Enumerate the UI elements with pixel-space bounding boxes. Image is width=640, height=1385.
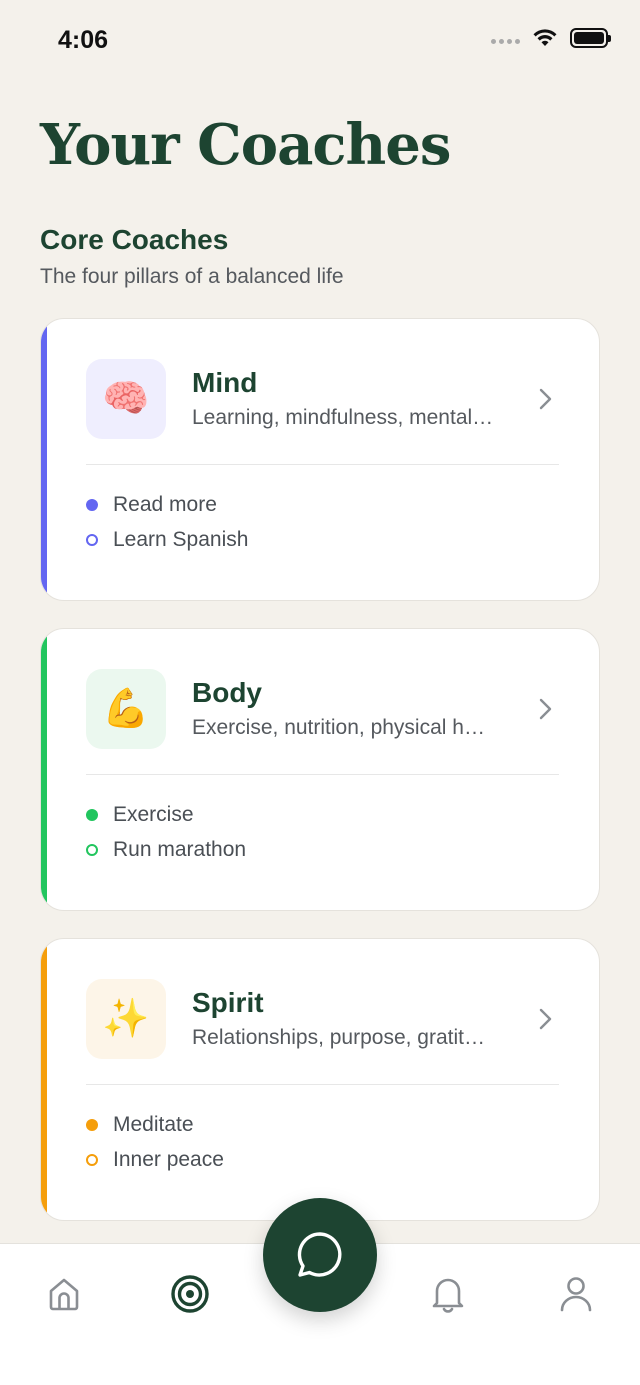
goal-label: Inner peace <box>113 1148 224 1171</box>
card-divider <box>86 464 559 465</box>
card-divider <box>86 1084 559 1085</box>
goal-item: Read more <box>86 490 217 520</box>
chevron-right-icon[interactable] <box>535 697 557 721</box>
tab-home[interactable] <box>44 1274 84 1314</box>
goal-label: Run marathon <box>113 838 247 861</box>
coach-description: Relationships, purpose, gratit… <box>192 1026 485 1049</box>
tab-coaches[interactable] <box>170 1274 210 1314</box>
chevron-right-icon[interactable] <box>535 387 557 411</box>
sparkles-icon: ✨ <box>86 979 166 1059</box>
goal-item: Meditate <box>86 1110 194 1140</box>
card-accent-bar <box>41 629 47 910</box>
tab-notifications[interactable] <box>428 1274 468 1314</box>
home-icon <box>49 1278 79 1311</box>
goal-label: Read more <box>113 493 217 516</box>
goal-hollow-dot-icon <box>86 1154 98 1166</box>
flexed-biceps-icon: 💪 <box>86 669 166 749</box>
chevron-right-icon[interactable] <box>535 1007 557 1031</box>
goal-item: Learn Spanish <box>86 525 248 555</box>
coach-name: Spirit <box>192 987 264 1018</box>
page-title: Your Coaches <box>40 112 451 178</box>
goal-item: Run marathon <box>86 835 246 865</box>
coach-name: Body <box>192 677 262 708</box>
status-bar: 4:06 <box>0 0 640 80</box>
goal-item: Exercise <box>86 800 194 830</box>
wifi-icon <box>533 29 557 46</box>
battery-icon <box>570 28 611 48</box>
coaches-screen: 4:06 Your Coaches Core Coaches The four … <box>0 0 640 1385</box>
goal-filled-dot-icon <box>86 499 98 511</box>
brain-icon: 🧠 <box>86 359 166 439</box>
goal-item: Inner peace <box>86 1145 224 1175</box>
goal-hollow-dot-icon <box>86 534 98 546</box>
coach-description: Learning, mindfulness, mental… <box>192 406 494 429</box>
card-accent-bar <box>41 939 47 1220</box>
goal-label: Exercise <box>113 803 194 826</box>
chat-button[interactable] <box>263 1198 377 1312</box>
goal-filled-dot-icon <box>86 809 98 821</box>
section-title: Core Coaches <box>40 224 229 255</box>
cellular-signal-icon <box>491 38 520 44</box>
coach-card-spirit[interactable]: ✨ Spirit Relationships, purpose, gratit…… <box>40 938 600 1221</box>
tab-profile[interactable] <box>556 1274 596 1314</box>
coach-card-body[interactable]: 💪 Body Exercise, nutrition, physical h… … <box>40 628 600 911</box>
bell-icon <box>432 1278 464 1313</box>
chat-bubble-icon <box>297 1232 342 1277</box>
goal-label: Learn Spanish <box>113 528 249 551</box>
goal-label: Meditate <box>113 1113 194 1136</box>
section-subtitle: The four pillars of a balanced life <box>40 265 344 288</box>
coach-name: Mind <box>192 367 258 398</box>
card-divider <box>86 774 559 775</box>
coach-description: Exercise, nutrition, physical h… <box>192 716 485 739</box>
status-icons <box>491 28 611 48</box>
goal-filled-dot-icon <box>86 1119 98 1131</box>
target-icon <box>171 1275 209 1313</box>
status-time: 4:06 <box>58 26 109 54</box>
coach-card-mind[interactable]: 🧠 Mind Learning, mindfulness, mental… Re… <box>40 318 600 601</box>
goal-hollow-dot-icon <box>86 844 98 856</box>
card-accent-bar <box>41 319 47 600</box>
profile-icon <box>560 1277 592 1312</box>
